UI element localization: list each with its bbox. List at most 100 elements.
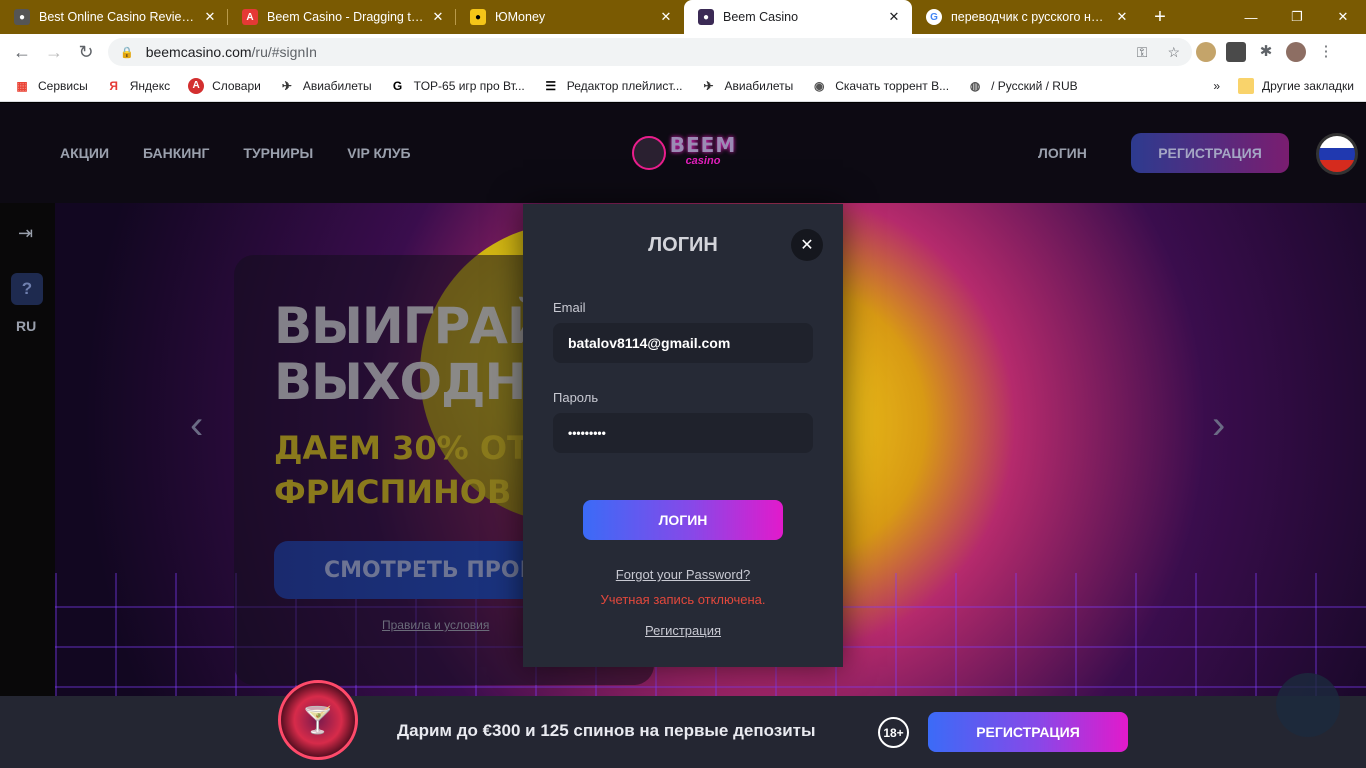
browser-tab-bar: ● Best Online Casino Reviews 🥇 ✕ A Beem … [0,0,1366,34]
url-path: /ru/#signIn [251,44,317,60]
site-favicon-icon: ● [698,9,714,25]
key-icon[interactable]: ⚿ [1137,44,1148,61]
extension-icon[interactable] [1196,42,1216,62]
puzzle-icon[interactable]: ✱ [1256,42,1276,62]
url-host: beemcasino.com [145,44,252,60]
tab-translator[interactable]: G переводчик с русского на англ ✕ [912,0,1140,34]
forgot-password-link[interactable]: Forgot your Password? [523,567,843,582]
site-favicon-icon: ● [470,9,486,25]
password-label: Пароль [553,390,599,405]
browser-toolbar: ← → ↻ 🔒 beemcasino.com/ru/#signIn ⚿ ☆ ✱ … [0,34,1366,70]
nav-tournaments[interactable]: ТУРНИРЫ [243,145,313,161]
bookmark-services[interactable]: ▦ Сервисы [14,78,88,94]
login-modal: ЛОГИН ✕ Email batalov8114@gmail.com Паро… [523,204,843,667]
email-label: Email [553,300,586,315]
close-icon[interactable]: ✕ [791,229,823,261]
bookmark-label: Словари [212,78,261,93]
globe-icon: ◍ [969,78,981,93]
footer-register-button[interactable]: РЕГИСТРАЦИЯ [928,712,1128,752]
avatar[interactable] [1286,42,1306,62]
bookmark-label: Скачать торрент В... [835,78,950,93]
help-button[interactable]: ? [11,273,43,305]
reload-icon[interactable]: ↻ [70,36,102,68]
site-favicon-icon: A [242,9,258,25]
bookmark-label: Сервисы [38,78,88,93]
window-controls: — ❐ ✕ [1228,0,1366,34]
new-tab-button[interactable]: + [1140,0,1180,34]
bookmark-yandex[interactable]: Я Яндекс [106,78,170,94]
logo-face-icon [631,136,666,170]
chat-bubble-icon[interactable] [1276,673,1340,737]
header-login-button[interactable]: ЛОГИН [1038,145,1087,161]
close-icon[interactable]: ✕ [658,9,674,25]
logo-subtext: casino [685,155,721,167]
minimize-icon[interactable]: — [1228,0,1274,34]
tab-beem-review[interactable]: A Beem Casino - Dragging their f ✕ [228,0,456,34]
menu-icon[interactable]: ⋮ [1316,42,1336,62]
chevron-left-icon[interactable]: ‹ [190,403,203,448]
bookmark-russian-rub[interactable]: ◍ / Русский / RUB [967,78,1078,94]
plane-icon: ✈ [703,78,714,93]
promo-footer-bar: 🍸 Дарим до €300 и 125 спинов на первые д… [0,680,1366,768]
bookmark-flights-2[interactable]: ✈ Авиабилеты [701,78,793,94]
extensions-area: ✱ ⋮ [1196,42,1336,62]
bookmark-flights[interactable]: ✈ Авиабилеты [279,78,372,94]
apps-icon: ▦ [16,78,28,93]
bookmark-dictionary[interactable]: A Словари [188,77,261,94]
nav-vip-club[interactable]: VIP КЛУБ [347,145,410,161]
expand-sidebar-icon[interactable]: ⇥ [18,223,33,244]
site-header: АКЦИИ БАНКИНГ ТУРНИРЫ VIP КЛУБ BEEM casi… [0,103,1366,203]
email-field[interactable]: batalov8114@gmail.com [553,323,813,363]
login-submit-button[interactable]: ЛОГИН [583,500,783,540]
hero-line-1: ВЫИГРАЙ [274,297,549,355]
chevron-right-icon[interactable]: › [1212,403,1225,448]
bookmark-other[interactable]: Другие закладки [1238,77,1354,94]
extension-badge-icon[interactable] [1226,42,1246,62]
tab-beem-casino[interactable]: ● Beem Casino ✕ [684,0,912,34]
folder-icon [1238,77,1255,94]
logo-text: BEEM [669,133,737,157]
rules-link[interactable]: Правила и условия [382,618,489,632]
password-field[interactable]: ••••••••• [553,413,813,453]
close-icon[interactable]: ✕ [886,9,902,25]
bookmark-top-games[interactable]: G TOP-65 игр про Вт... [390,78,525,94]
nav-banking[interactable]: БАНКИНГ [143,145,209,161]
bookmark-label: Другие закладки [1262,78,1354,93]
close-window-icon[interactable]: ✕ [1320,0,1366,34]
bookmark-label: / Русский / RUB [991,78,1078,93]
star-icon[interactable]: ☆ [1167,44,1180,61]
close-icon[interactable]: ✕ [202,9,218,25]
torrent-icon: ◉ [814,78,825,93]
footer-promo-text: Дарим до €300 и 125 спинов на первые деп… [397,721,816,740]
close-icon[interactable]: ✕ [430,9,446,25]
register-link[interactable]: Регистрация [523,623,843,638]
site-favicon-icon: ● [14,9,30,25]
yandex-icon: Я [109,78,119,93]
age-restriction-badge: 18+ [878,717,909,748]
restore-icon[interactable]: ❐ [1274,0,1320,34]
tab-yumoney[interactable]: ● ЮMoney ✕ [456,0,684,34]
bookmark-torrent[interactable]: ◉ Скачать торрент В... [811,78,949,94]
beem-logo[interactable]: BEEM casino [625,131,743,175]
bookmark-label: TOP-65 игр про Вт... [413,78,525,93]
forward-arrow-icon[interactable]: → [38,36,70,68]
left-sidebar: ⇥ ? RU [0,203,55,768]
close-icon[interactable]: ✕ [1114,9,1130,25]
address-bar[interactable]: 🔒 beemcasino.com/ru/#signIn ⚿ ☆ [108,38,1192,66]
tab-title: Best Online Casino Reviews 🥇 [39,9,196,24]
error-message: Учетная запись отключена. [600,592,766,607]
nav-promotions[interactable]: АКЦИИ [60,145,109,161]
google-icon: G [926,9,942,25]
russia-flag-icon[interactable] [1316,133,1358,175]
bookmark-playlist[interactable]: ☰ Редактор плейлист... [543,78,683,94]
header-register-button[interactable]: РЕГИСТРАЦИЯ [1131,133,1289,173]
bookmark-label: Авиабилеты [302,78,372,93]
bookmark-label: Яндекс [129,78,171,93]
bookmark-label: Редактор плейлист... [566,78,683,93]
more-bookmarks-icon[interactable]: » [1213,79,1220,93]
tab-casino-reviews[interactable]: ● Best Online Casino Reviews 🥇 ✕ [0,0,228,34]
plane-icon: ✈ [281,78,292,93]
back-arrow-icon[interactable]: ← [6,36,38,68]
language-toggle[interactable]: RU [16,318,36,334]
bookmarks-bar: ▦ Сервисы Я Яндекс A Словари ✈ Авиабилеты GT… [0,70,1366,102]
